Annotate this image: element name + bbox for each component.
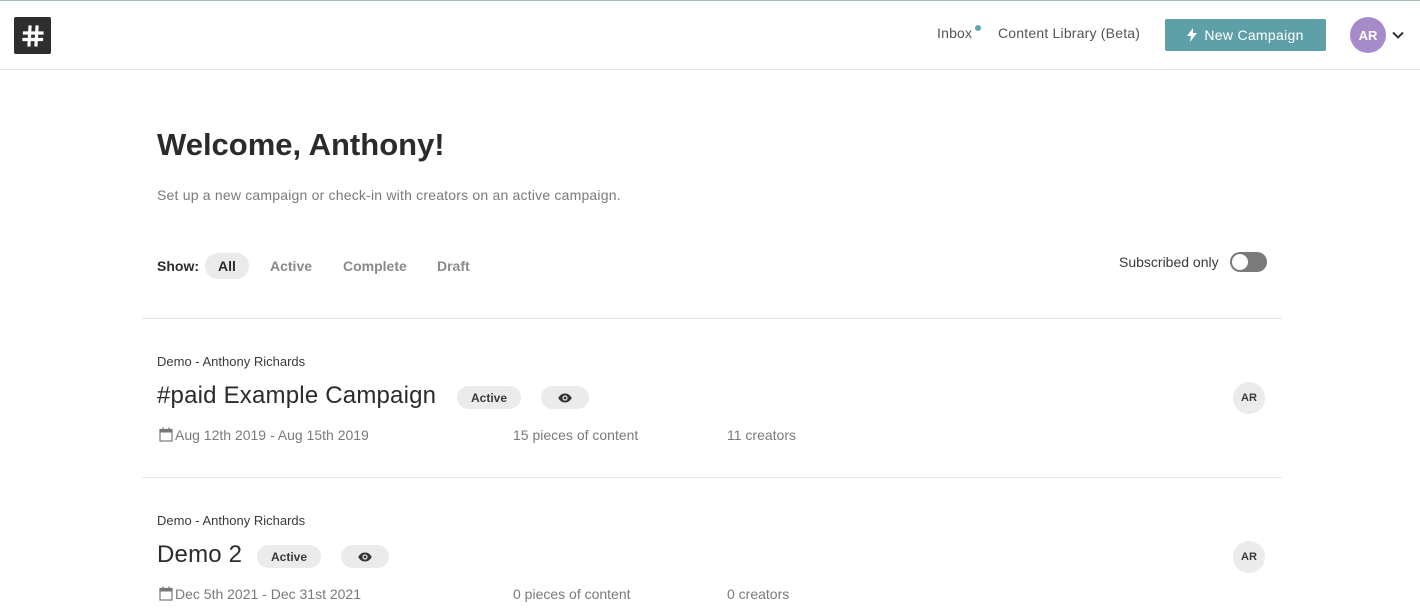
lightning-bolt-icon	[1187, 28, 1198, 42]
campaign-creators-count: 0 creators	[727, 586, 790, 602]
status-badge: Active	[457, 386, 522, 409]
filter-active[interactable]: Active	[257, 253, 325, 279]
campaign-creators-count: 11 creators	[727, 427, 796, 443]
campaign-content-count: 0 pieces of content	[513, 586, 631, 602]
chevron-down-icon[interactable]	[1391, 28, 1405, 42]
subscribed-only-label: Subscribed only	[1119, 254, 1219, 270]
eye-icon[interactable]	[541, 386, 589, 409]
calendar-icon	[159, 427, 173, 442]
inbox-unread-dot	[975, 25, 981, 31]
filter-all[interactable]: All	[205, 253, 249, 279]
filter-complete[interactable]: Complete	[330, 253, 420, 279]
campaign-content-count: 15 pieces of content	[513, 427, 639, 443]
campaign-title[interactable]: Demo 2	[157, 541, 242, 569]
campaign-org: Demo - Anthony Richards	[157, 513, 306, 528]
user-avatar[interactable]: AR	[1350, 17, 1386, 53]
page-title: Welcome, Anthony!	[157, 127, 445, 162]
campaign-owner-avatar: AR	[1233, 541, 1265, 573]
campaign-row[interactable]: Demo - Anthony Richards Demo 2 Active De…	[142, 478, 1282, 616]
toggle-knob	[1232, 254, 1248, 270]
campaign-dates: Aug 12th 2019 - Aug 15th 2019	[175, 427, 369, 443]
page-subtitle: Set up a new campaign or check-in with c…	[157, 187, 621, 203]
top-nav-bar: Inbox Content Library (Beta) New Campaig…	[0, 1, 1420, 70]
campaign-dates: Dec 5th 2021 - Dec 31st 2021	[175, 586, 362, 602]
campaign-row[interactable]: Demo - Anthony Richards #paid Example Ca…	[142, 319, 1282, 477]
nav-content-library-link[interactable]: Content Library (Beta)	[998, 25, 1140, 41]
filter-draft[interactable]: Draft	[424, 253, 483, 279]
new-campaign-label: New Campaign	[1204, 27, 1304, 43]
subscribed-only-toggle[interactable]	[1230, 252, 1267, 272]
hashtag-logo-icon[interactable]	[14, 17, 51, 54]
nav-inbox-link[interactable]: Inbox	[937, 25, 972, 41]
campaign-org: Demo - Anthony Richards	[157, 354, 306, 369]
new-campaign-button[interactable]: New Campaign	[1165, 19, 1326, 51]
campaign-title[interactable]: #paid Example Campaign	[157, 382, 436, 410]
status-badge: Active	[257, 545, 322, 568]
calendar-icon	[159, 586, 173, 601]
filter-label: Show:	[157, 258, 199, 274]
campaign-owner-avatar: AR	[1233, 382, 1265, 414]
eye-icon[interactable]	[341, 545, 389, 568]
